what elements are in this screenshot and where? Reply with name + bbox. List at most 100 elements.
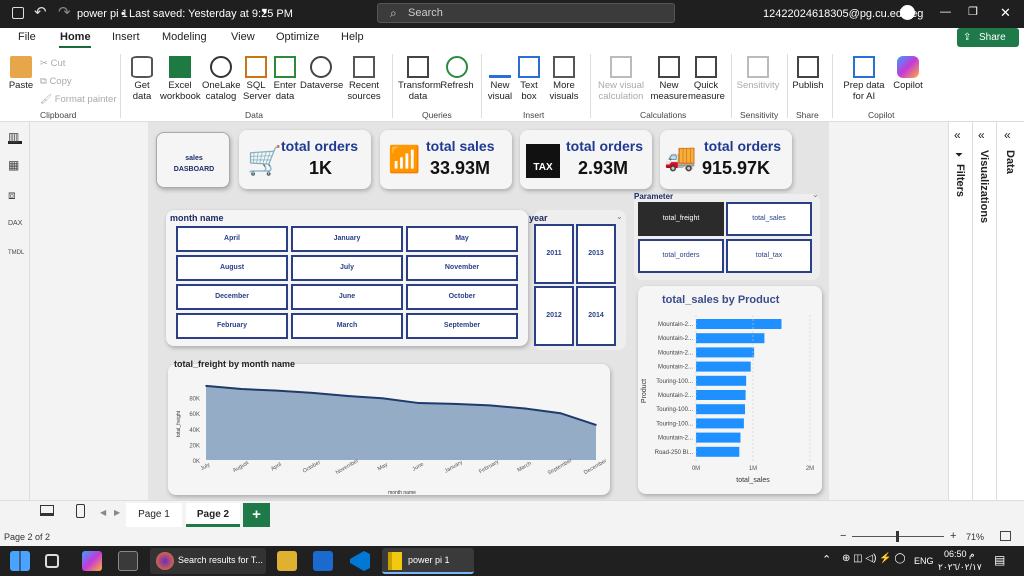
filters-pane[interactable]: « ⏷ Filters [948,122,972,500]
parameter-option[interactable]: total_tax [726,239,812,273]
collapse-chevron-icon[interactable]: « [954,128,961,142]
close-icon[interactable]: ✕ [1000,5,1011,21]
zoom-out-icon[interactable]: − [840,530,846,542]
data-pane[interactable]: « Data [996,122,1024,500]
format-painter-button[interactable]: 🖌 Format painter [40,94,116,105]
month-option[interactable]: June [291,284,403,310]
dataverse-button[interactable]: Dataverse [300,56,343,91]
menu-home[interactable]: Home [60,31,91,43]
refresh-button[interactable]: Refresh [440,56,474,91]
menu-insert[interactable]: Insert [112,31,140,43]
copilot-button[interactable]: Copilot [892,56,924,91]
freight-area-chart[interactable]: total_freight by month name 0K 20K 40K 60K 8… [168,359,610,495]
parameter-option[interactable]: total_orders [638,239,724,273]
notification-icon[interactable]: ▤ [994,553,1005,567]
tab-page-1[interactable]: Page 1 [126,503,182,527]
restore-icon[interactable]: ❐ [968,5,978,18]
chevron-down-icon[interactable]: ⌄ [616,212,623,221]
avatar[interactable] [900,5,915,20]
windows-start-icon[interactable] [10,551,30,571]
zoom-slider-thumb[interactable] [896,531,899,542]
chevron-down-icon[interactable]: ▼ [260,6,269,16]
text-box-button[interactable]: Text box [516,56,542,102]
menu-view[interactable]: View [231,31,255,43]
kpi-card[interactable]: 🚚 total orders 915.97K [660,130,792,189]
collapse-chevron-icon[interactable]: « [978,128,985,142]
language-indicator[interactable]: ENG [914,556,934,566]
menu-optimize[interactable]: Optimize [276,31,319,43]
excel-workbook-button[interactable]: Excel workbook [160,56,201,102]
year-option[interactable]: 2013 [576,224,616,284]
clapperboard-icon[interactable] [118,551,138,571]
undo-icon[interactable]: ↶ [34,3,47,21]
kpi-card[interactable]: TAX total orders 2.93M [520,130,652,189]
add-page-button[interactable]: + [243,503,270,527]
desktop-layout-icon[interactable] [40,505,54,516]
parameter-option[interactable]: total_sales [726,202,812,236]
menu-modeling[interactable]: Modeling [162,31,207,43]
scroll-left-icon[interactable]: ◀ [100,508,106,517]
save-icon[interactable] [12,7,24,19]
month-option[interactable]: November [406,255,518,281]
zoom-level[interactable]: 71% [966,532,984,542]
transform-data-button[interactable]: Transform data [398,56,441,102]
menu-help[interactable]: Help [341,31,364,43]
quick-measure-button[interactable]: Quick measure [688,56,725,102]
search-input[interactable]: ⌕ Search [377,3,675,23]
recent-sources-button[interactable]: Recent sources [344,56,384,102]
month-option[interactable]: April [176,226,288,252]
tab-page-2[interactable]: Page 2 [186,503,240,527]
clock-date[interactable]: ٢٠٢٦/٠٢/١٧ [938,562,982,573]
kpi-card[interactable]: 📶 total sales 33.93M [380,130,512,189]
taskbar-browser-item[interactable]: Search results for T... [150,548,266,574]
month-option[interactable]: August [176,255,288,281]
new-visual-calculation-button[interactable]: New visual calculation [596,56,646,102]
file-explorer-icon[interactable] [277,551,297,571]
parameter-option[interactable]: total_freight [638,202,724,236]
get-data-button[interactable]: Get data [126,56,158,102]
onelake-button[interactable]: OneLake catalog [202,56,241,102]
prep-data-ai-button[interactable]: Prep data for AI [837,56,891,102]
model-view-icon[interactable]: ⧈ [8,188,22,202]
taskbar-powerbi-item[interactable]: power pi 1 [382,548,474,574]
collapse-chevron-icon[interactable]: « [1004,128,1011,142]
tray-chevron-icon[interactable]: ⌃ [822,553,831,566]
new-visual-button[interactable]: New visual [486,56,514,102]
sensitivity-button[interactable]: Sensitivity [736,56,780,91]
month-option[interactable]: December [176,284,288,310]
year-option[interactable]: 2012 [534,286,574,346]
zoom-in-icon[interactable]: + [950,530,956,542]
cut-button[interactable]: ✂ Cut [40,58,65,69]
tray-icons[interactable]: ⊕ ◫ ◁) ⚡ ◯ [842,553,906,564]
publish-button[interactable]: Publish [792,56,824,91]
month-option[interactable]: February [176,313,288,339]
sales-bar-chart[interactable]: total_sales by Product Mountain-2... Moun… [638,286,822,494]
month-option[interactable]: July [291,255,403,281]
kpi-card[interactable]: 🛒 total orders 1K [239,130,371,189]
table-view-icon[interactable]: ▦ [8,158,22,172]
tmdl-view-icon[interactable]: TMDL [8,250,24,264]
sql-server-button[interactable]: SQL Server [243,56,271,102]
mobile-layout-icon[interactable] [76,504,85,518]
redo-icon[interactable]: ↷ [58,3,71,21]
copy-button[interactable]: ⧉ Copy [40,76,72,87]
outlook-icon[interactable] [313,551,333,571]
paste-button[interactable]: Paste [6,56,36,91]
more-visuals-button[interactable]: More visuals [545,56,583,102]
enter-data-button[interactable]: Enter data [272,56,298,102]
clock-time[interactable]: 06:50 م [944,549,975,560]
fit-to-page-icon[interactable] [1000,531,1011,541]
copilot-taskbar-icon[interactable] [82,551,102,571]
menu-file[interactable]: File [18,31,36,43]
scroll-right-icon[interactable]: ▶ [114,508,120,517]
dax-query-icon[interactable]: DAX [8,220,22,234]
new-measure-button[interactable]: New measure [650,56,688,102]
chevron-down-icon[interactable]: ⌄ [812,190,819,199]
year-option[interactable]: 2014 [576,286,616,346]
month-option[interactable]: September [406,313,518,339]
month-option[interactable]: March [291,313,403,339]
visualizations-pane[interactable]: « Visualizations [972,122,996,500]
month-option[interactable]: October [406,284,518,310]
share-button[interactable]: ⇪ Share [957,28,1019,47]
year-option[interactable]: 2011 [534,224,574,284]
